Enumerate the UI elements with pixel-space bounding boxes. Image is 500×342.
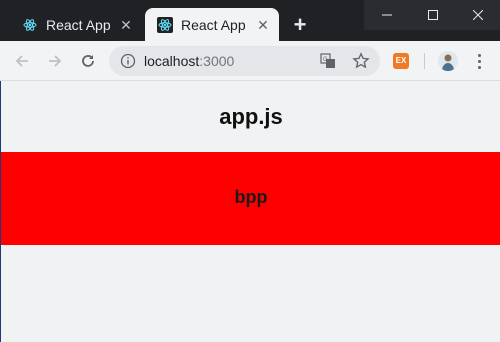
- react-icon: [157, 16, 173, 33]
- tab-close-icon[interactable]: ✕: [118, 17, 134, 33]
- back-button[interactable]: [10, 49, 34, 73]
- forward-arrow-icon: [49, 55, 62, 67]
- url-text[interactable]: localhost:3000: [144, 46, 234, 76]
- red-box-text: bpp: [234, 187, 268, 207]
- minimize-icon: [382, 14, 392, 16]
- react-icon: [22, 16, 38, 33]
- maximize-icon: [428, 10, 438, 20]
- tab-react-app-2[interactable]: React App ✕: [145, 8, 279, 41]
- new-tab-button[interactable]: +: [288, 13, 312, 37]
- star-icon[interactable]: [352, 52, 370, 70]
- browser-window: React App ✕ React App ✕ + localhost:3000…: [0, 0, 500, 342]
- tab-title: React App: [46, 16, 111, 33]
- maximize-button[interactable]: [410, 0, 456, 30]
- page-title: app.js: [219, 104, 283, 129]
- url-host: localhost: [144, 53, 200, 69]
- tab-close-icon[interactable]: ✕: [255, 17, 271, 33]
- page-content: app.js bpp: [0, 81, 500, 342]
- translate-icon[interactable]: G: [320, 53, 336, 69]
- tab-react-app-1[interactable]: React App ✕: [10, 8, 142, 41]
- url-port: :3000: [199, 53, 235, 69]
- extension-icon[interactable]: EX: [393, 53, 409, 69]
- toolbar-separator: [424, 53, 425, 69]
- forward-button[interactable]: [43, 49, 67, 73]
- menu-icon[interactable]: [471, 51, 487, 71]
- tab-strip: React App ✕ React App ✕ +: [0, 0, 500, 41]
- reload-button[interactable]: [76, 49, 100, 73]
- avatar[interactable]: [438, 51, 458, 71]
- minimize-button[interactable]: [364, 0, 410, 30]
- reload-icon: [82, 55, 94, 67]
- window-close-button[interactable]: [456, 0, 500, 30]
- address-bar[interactable]: localhost:3000 G: [109, 46, 380, 76]
- toolbar: localhost:3000 G EX: [0, 41, 500, 81]
- red-box: bpp: [1, 152, 500, 245]
- tab-title: React App: [181, 16, 246, 33]
- svg-text:G: G: [323, 57, 328, 63]
- close-icon: [473, 10, 483, 20]
- info-icon[interactable]: [120, 53, 136, 69]
- back-arrow-icon: [15, 55, 28, 67]
- profile-icon: [442, 54, 454, 71]
